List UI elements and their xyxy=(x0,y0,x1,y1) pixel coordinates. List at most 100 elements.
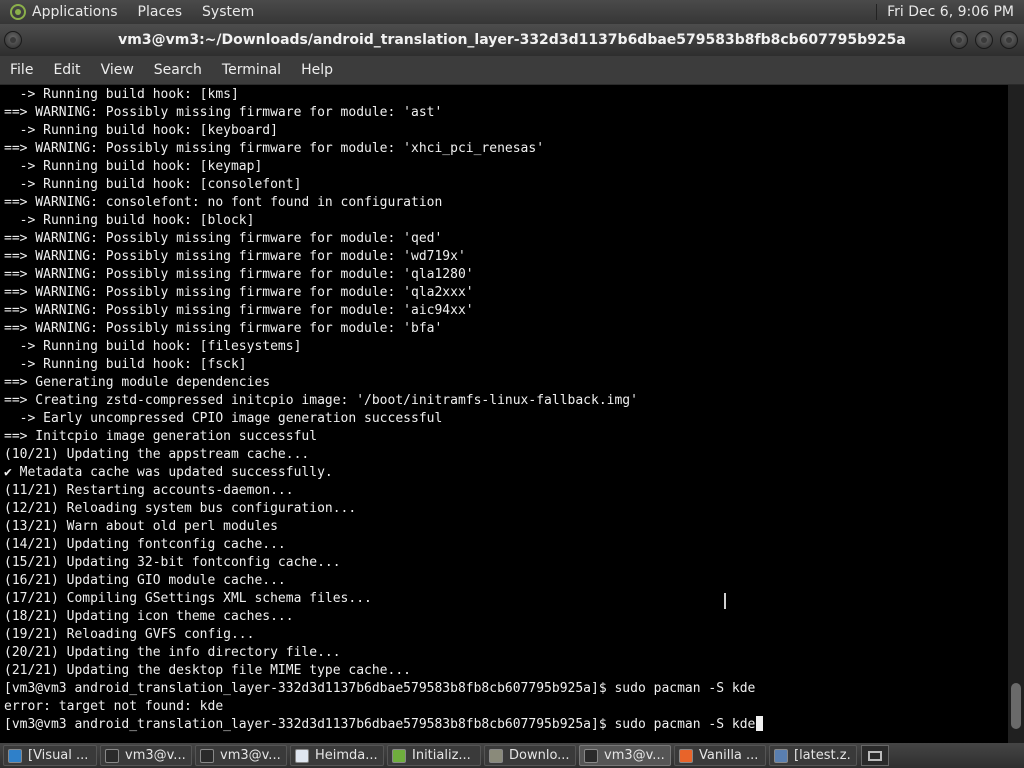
terminal-icon xyxy=(105,748,119,763)
terminal-line-text: (12/21) Reloading system bus configurati… xyxy=(4,501,357,516)
system-menu[interactable]: System xyxy=(202,4,254,20)
distro-logo-icon[interactable] xyxy=(10,4,26,20)
terminal-line-text: (20/21) Updating the info directory file… xyxy=(4,645,341,660)
terminal-line-text: [vm3@vm3 android_translation_layer-332d3… xyxy=(4,681,756,696)
terminal-line: (10/21) Updating the appstream cache... xyxy=(4,446,1008,464)
taskbar-item-label: vm3@v... xyxy=(125,748,186,763)
taskbar-item[interactable]: Vanilla ... xyxy=(674,745,766,766)
firefox-icon xyxy=(679,748,693,763)
taskbar-item[interactable]: vm3@v... xyxy=(195,745,287,766)
terminal-line: -> Running build hook: [fsck] xyxy=(4,356,1008,374)
terminal-line-text: ==> WARNING: Possibly missing firmware f… xyxy=(4,105,443,120)
terminal-line-text: (13/21) Warn about old perl modules xyxy=(4,519,278,534)
taskbar: [Visual ... vm3@v... vm3@v... Heimda... Init… xyxy=(0,743,1024,768)
menu-view[interactable]: View xyxy=(91,62,144,78)
app-icon xyxy=(392,748,406,763)
terminal-icon xyxy=(584,748,598,763)
menu-file[interactable]: File xyxy=(0,62,43,78)
terminal-line: ==> WARNING: Possibly missing firmware f… xyxy=(4,266,1008,284)
terminal-line: (13/21) Warn about old perl modules xyxy=(4,518,1008,536)
terminal-line: ==> WARNING: Possibly missing firmware f… xyxy=(4,302,1008,320)
menu-terminal[interactable]: Terminal xyxy=(212,62,291,78)
terminal-line: error: target not found: kde xyxy=(4,698,1008,716)
maximize-button[interactable] xyxy=(975,31,993,49)
terminal-line-text: (11/21) Restarting accounts-daemon... xyxy=(4,483,294,498)
taskbar-item[interactable]: vm3@v... xyxy=(100,745,192,766)
terminal-line: ==> WARNING: Possibly missing firmware f… xyxy=(4,320,1008,338)
taskbar-item-label: [latest.z... xyxy=(794,748,852,763)
terminal-line-text: ==> WARNING: Possibly missing firmware f… xyxy=(4,141,545,156)
terminal-line-text: ==> WARNING: Possibly missing firmware f… xyxy=(4,303,474,318)
taskbar-item[interactable]: Downlo... xyxy=(484,745,576,766)
clock[interactable]: Fri Dec 6, 9:06 PM xyxy=(876,4,1014,20)
terminal-line-text: ==> Generating module dependencies xyxy=(4,375,271,390)
taskbar-item-label: Downlo... xyxy=(509,748,570,763)
taskbar-item[interactable]: Heimda... xyxy=(290,745,384,766)
terminal-line-text: -> Running build hook: [keyboard] xyxy=(4,123,278,138)
terminal-scrollbar[interactable] xyxy=(1008,85,1024,743)
terminal-line: -> Running build hook: [filesystems] xyxy=(4,338,1008,356)
minimize-button[interactable] xyxy=(950,31,968,49)
terminal-line: (20/21) Updating the info directory file… xyxy=(4,644,1008,662)
menu-edit[interactable]: Edit xyxy=(43,62,90,78)
scrollbar-thumb[interactable] xyxy=(1011,683,1021,729)
taskbar-item[interactable]: Initializ... xyxy=(387,745,481,766)
terminal-line: (15/21) Updating 32-bit fontconfig cache… xyxy=(4,554,1008,572)
terminal-line-text: -> Running build hook: [block] xyxy=(4,213,255,228)
applications-menu[interactable]: Applications xyxy=(32,4,118,20)
menu-search[interactable]: Search xyxy=(144,62,212,78)
terminal-line: [vm3@vm3 android_translation_layer-332d3… xyxy=(4,680,1008,698)
terminal-line-text: -> Early uncompressed CPIO image generat… xyxy=(4,411,443,426)
places-menu[interactable]: Places xyxy=(138,4,183,20)
terminal-line: (18/21) Updating icon theme caches... xyxy=(4,608,1008,626)
taskbar-items: [Visual ... vm3@v... vm3@v... Heimda... Init… xyxy=(0,745,857,766)
folder-icon xyxy=(489,748,503,763)
terminal-line: -> Running build hook: [keyboard] xyxy=(4,122,1008,140)
taskbar-item[interactable]: [Visual ... xyxy=(3,745,97,766)
terminal-line: ==> Creating zstd-compressed initcpio im… xyxy=(4,392,1008,410)
terminal-line-text: (19/21) Reloading GVFS config... xyxy=(4,627,255,642)
terminal-line: (19/21) Reloading GVFS config... xyxy=(4,626,1008,644)
terminal-line: ==> WARNING: Possibly missing firmware f… xyxy=(4,230,1008,248)
terminal-icon xyxy=(200,748,214,763)
window-title: vm3@vm3:~/Downloads/android_translation_… xyxy=(118,32,906,48)
terminal-cursor xyxy=(756,716,764,731)
terminal-line-text: (16/21) Updating GIO module cache... xyxy=(4,573,286,588)
terminal-line-text: ✔ Metadata cache was updated successfull… xyxy=(4,465,333,480)
taskbar-item-label: vm3@v... xyxy=(220,748,281,763)
menu-help[interactable]: Help xyxy=(291,62,343,78)
terminal-line: -> Running build hook: [kms] xyxy=(4,86,1008,104)
taskbar-item-label: Vanilla ... xyxy=(699,748,759,763)
terminal-line-text: -> Running build hook: [kms] xyxy=(4,87,239,102)
window-icon xyxy=(295,748,309,763)
top-panel: Applications Places System Fri Dec 6, 9:… xyxy=(0,0,1024,24)
text-cursor-ibeam-icon xyxy=(724,593,726,609)
terminal-line: -> Running build hook: [keymap] xyxy=(4,158,1008,176)
terminal-line: ==> Generating module dependencies xyxy=(4,374,1008,392)
taskbar-item-label: [Visual ... xyxy=(28,748,89,763)
terminal-line: ==> WARNING: Possibly missing firmware f… xyxy=(4,140,1008,158)
window-titlebar[interactable]: vm3@vm3:~/Downloads/android_translation_… xyxy=(0,24,1024,56)
terminal-line-text: ==> Creating zstd-compressed initcpio im… xyxy=(4,393,638,408)
terminal-line: ✔ Metadata cache was updated successfull… xyxy=(4,464,1008,482)
close-button[interactable] xyxy=(1000,31,1018,49)
terminal-line-text: -> Running build hook: [filesystems] xyxy=(4,339,302,354)
terminal-line-text: error: target not found: kde xyxy=(4,699,224,714)
terminal-line-text: (21/21) Updating the desktop file MIME t… xyxy=(4,663,411,678)
terminal-line: -> Running build hook: [block] xyxy=(4,212,1008,230)
terminal-output[interactable]: -> Running build hook: [kms] ==> WARNING:… xyxy=(0,85,1008,743)
terminal-line: ==> WARNING: Possibly missing firmware f… xyxy=(4,104,1008,122)
taskbar-item[interactable]: [latest.z... xyxy=(769,745,857,766)
terminal-line-text: -> Running build hook: [consolefont] xyxy=(4,177,302,192)
terminal-line: ==> Initcpio image generation successful xyxy=(4,428,1008,446)
taskbar-item[interactable]: vm3@v... xyxy=(579,745,671,766)
show-desktop-icon[interactable] xyxy=(861,745,889,766)
terminal-line-text: (18/21) Updating icon theme caches... xyxy=(4,609,294,624)
terminal-line-text: ==> WARNING: Possibly missing firmware f… xyxy=(4,267,474,282)
file-manager-icon xyxy=(774,748,788,763)
menubar: File Edit View Search Terminal Help xyxy=(0,56,1024,85)
terminal-line: ==> WARNING: Possibly missing firmware f… xyxy=(4,248,1008,266)
terminal-line: (21/21) Updating the desktop file MIME t… xyxy=(4,662,1008,680)
window-menu-button[interactable] xyxy=(4,31,22,49)
terminal-line: -> Early uncompressed CPIO image generat… xyxy=(4,410,1008,428)
